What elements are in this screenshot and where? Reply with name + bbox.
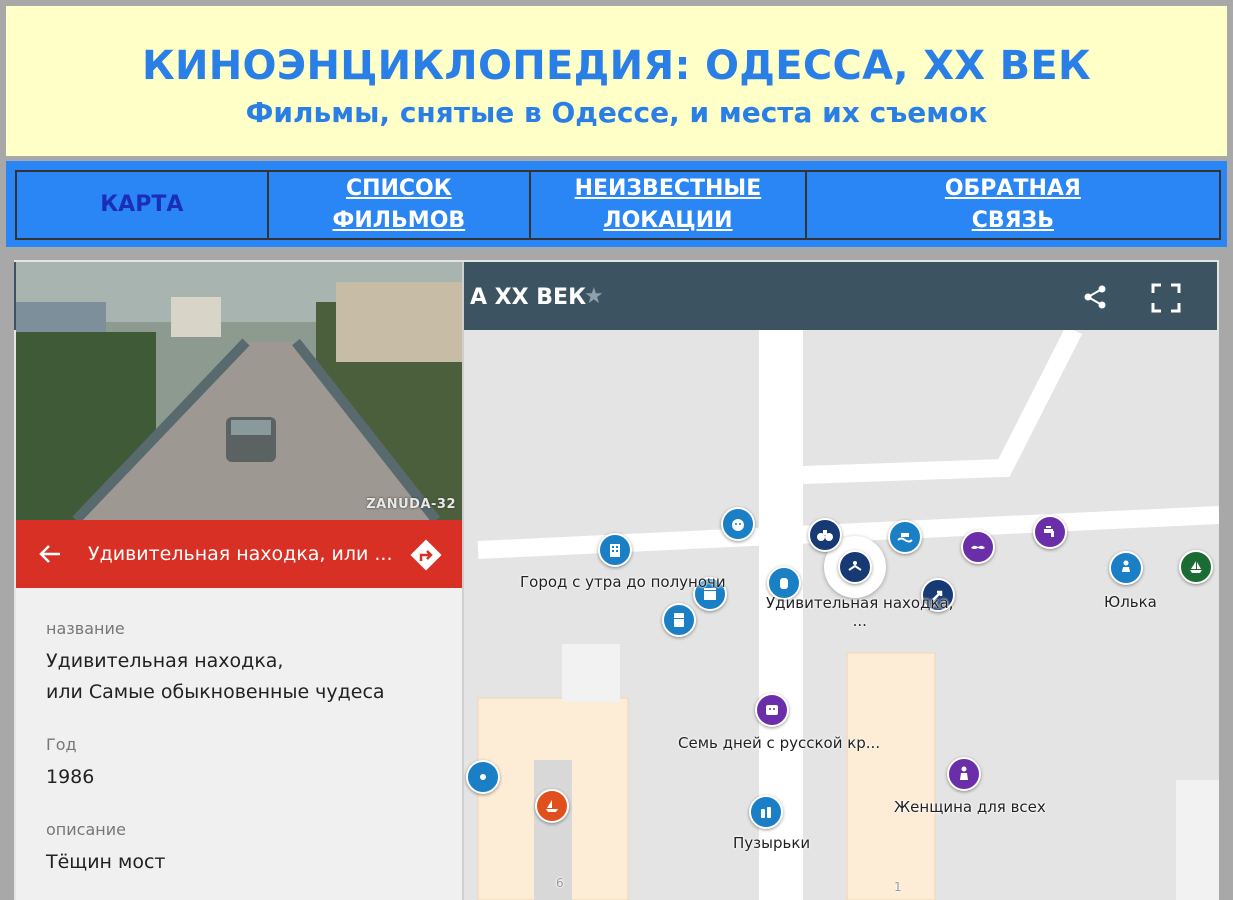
year-label: Год bbox=[46, 735, 77, 754]
film-still-image bbox=[16, 262, 462, 520]
location-details-panel: ZANUDA-32 Удивительная находка, или ... … bbox=[16, 262, 464, 900]
name-value-line2: или Самые обыкновенные чудеса bbox=[46, 681, 385, 703]
ship-wave-icon[interactable] bbox=[888, 520, 922, 554]
sailboat-icon[interactable] bbox=[535, 789, 569, 823]
nav-bar: КАРТА СПИСОК ФИЛЬМОВ НЕИЗВЕСТНЫЕ ЛОКАЦИИ… bbox=[6, 161, 1227, 247]
share-icon[interactable] bbox=[1082, 284, 1108, 310]
poi-label-find-line1: Удивительная находка, bbox=[766, 594, 954, 612]
nav-item-label: ФИЛЬМОВ bbox=[332, 208, 466, 233]
nav-item-label: СПИСОК bbox=[345, 176, 452, 201]
faucet-icon[interactable] bbox=[1033, 515, 1067, 549]
location-photo[interactable]: ZANUDA-32 bbox=[16, 262, 462, 520]
nav-item-label: ОБРАТНАЯ bbox=[944, 176, 1081, 201]
nav-item-unknown-locations[interactable]: НЕИЗВЕСТНЫЕ ЛОКАЦИИ bbox=[530, 171, 806, 239]
map-title: А ХХ ВЕК bbox=[470, 285, 587, 310]
poi-label-yulka: Юлька bbox=[1104, 593, 1157, 611]
back-arrow-icon[interactable] bbox=[36, 540, 64, 568]
site-title: КИНОЭНЦИКЛОПЕДИЯ: ОДЕССА, ХХ ВЕК bbox=[141, 43, 1092, 89]
fridge-icon[interactable] bbox=[662, 603, 696, 637]
panel-title-bar: Удивительная находка, или ... bbox=[16, 520, 462, 588]
poi-label-city: Город с утра до полуночи bbox=[520, 573, 726, 591]
nav-item-label: СВЯЗЬ bbox=[971, 208, 1054, 233]
dog-icon[interactable] bbox=[721, 507, 755, 541]
woman-icon[interactable] bbox=[1109, 551, 1143, 585]
poi-label-find-line2: ... bbox=[852, 612, 867, 630]
binoculars-icon[interactable] bbox=[808, 518, 842, 552]
photo-watermark: ZANUDA-32 bbox=[366, 497, 456, 512]
building-icon[interactable] bbox=[598, 533, 632, 567]
fullscreen-icon[interactable] bbox=[1150, 282, 1182, 314]
poi-label-find: Удивительная находка, ... bbox=[766, 594, 953, 630]
house-number-1: 1 bbox=[894, 880, 902, 894]
nav-item-label: ЛОКАЦИИ bbox=[603, 208, 733, 233]
bottles-icon[interactable] bbox=[749, 795, 783, 829]
swimmer-icon[interactable] bbox=[838, 550, 872, 584]
mustache-icon[interactable] bbox=[961, 530, 995, 564]
site-header: КИНОЭНЦИКЛОПЕДИЯ: ОДЕССА, ХХ ВЕК Фильмы,… bbox=[6, 6, 1227, 156]
sailing-ship-icon[interactable] bbox=[1179, 550, 1213, 584]
description-label: описание bbox=[46, 820, 126, 839]
theater-icon[interactable] bbox=[755, 693, 789, 727]
partial-marker-icon[interactable] bbox=[466, 760, 500, 794]
poi-label-bubbles: Пузырьки bbox=[733, 834, 811, 852]
nav-table: КАРТА СПИСОК ФИЛЬМОВ НЕИЗВЕСТНЫЕ ЛОКАЦИИ… bbox=[15, 170, 1221, 240]
poi-label-seven-days: Семь дней с русской кр... bbox=[678, 734, 881, 752]
panel-title: Удивительная находка, или ... bbox=[88, 543, 393, 565]
site-subtitle: Фильмы, снятые в Одессе, и места их съем… bbox=[245, 96, 988, 129]
house-number-6: 6 bbox=[556, 876, 564, 890]
woman-purple-icon[interactable] bbox=[947, 757, 981, 791]
star-icon[interactable]: ★ bbox=[584, 284, 604, 310]
nav-item-map[interactable]: КАРТА bbox=[16, 171, 268, 239]
nav-item-label: КАРТА bbox=[100, 192, 184, 217]
poi-label-woman: Женщина для всех bbox=[894, 798, 1046, 816]
nav-item-label: НЕИЗВЕСТНЫЕ bbox=[574, 176, 762, 201]
description-value: Тёщин мост bbox=[46, 851, 166, 873]
name-label: название bbox=[46, 619, 125, 638]
year-value: 1986 bbox=[46, 766, 95, 788]
nav-item-feedback[interactable]: ОБРАТНАЯ СВЯЗЬ bbox=[805, 171, 1220, 239]
nav-item-film-list[interactable]: СПИСОК ФИЛЬМОВ bbox=[267, 171, 531, 239]
directions-icon[interactable] bbox=[408, 537, 444, 573]
name-value-line1: Удивительная находка, bbox=[46, 650, 284, 672]
name-value: Удивительная находка, или Самые обыкнове… bbox=[46, 646, 385, 708]
